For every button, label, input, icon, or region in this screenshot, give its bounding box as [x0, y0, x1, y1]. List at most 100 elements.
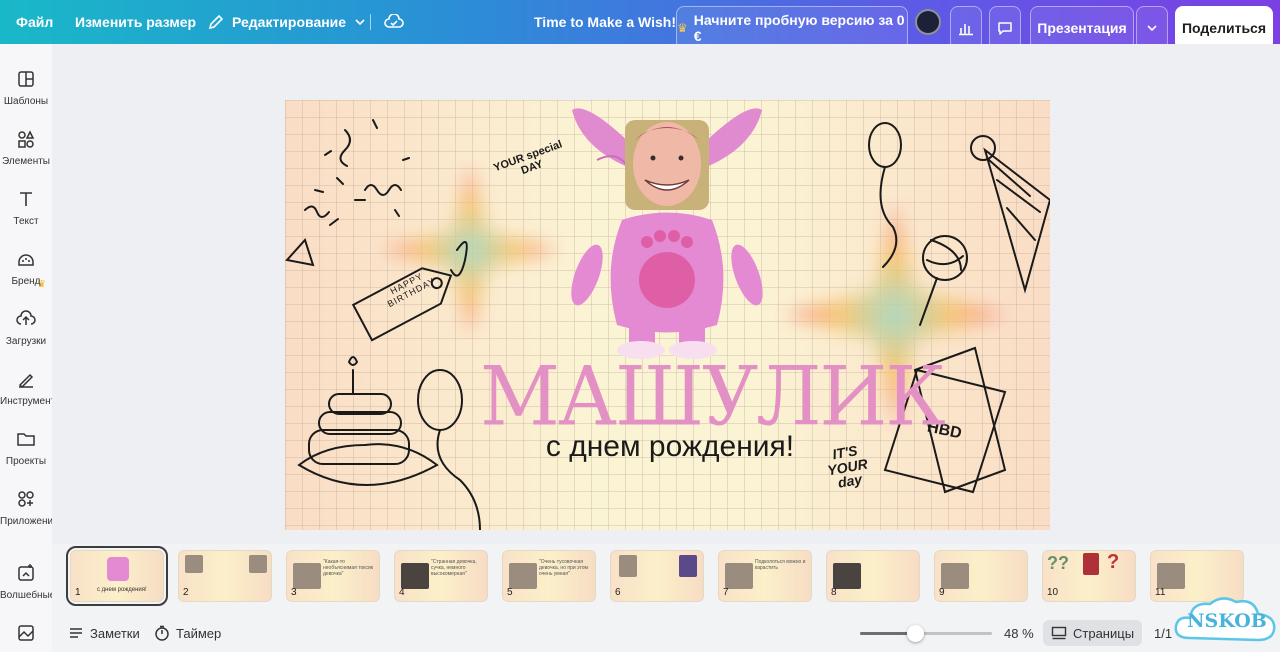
- question-mark-art: ?: [1107, 551, 1120, 573]
- page-thumbnail[interactable]: Подколоться можно и взрастить 7: [718, 550, 812, 602]
- question-marks-art: ??: [1047, 553, 1069, 573]
- thumbnail-caption: Подколоться можно и взрастить: [755, 559, 806, 571]
- page-thumbnail[interactable]: "Странная девочка, сучка, немного высоко…: [394, 550, 488, 602]
- character-illustration: [571, 108, 763, 359]
- timer-label: Таймер: [176, 625, 222, 641]
- party-hat-icon: [970, 135, 1050, 294]
- thumbnail-caption: "Странная девочка, сучка, немного высоко…: [431, 559, 477, 577]
- page-number: 10: [1047, 587, 1059, 598]
- thumbnail-photo: [249, 555, 267, 573]
- cake-icon: [297, 356, 439, 486]
- page-thumbnail[interactable]: 6: [610, 550, 704, 602]
- document-title[interactable]: Time to Make a Wish!: [534, 0, 676, 44]
- crown-icon: ♛: [677, 21, 688, 35]
- sidebar-item-elements[interactable]: Элементы: [0, 122, 52, 178]
- text-icon: [20, 192, 32, 206]
- sidebar-item-label: Проекты: [5, 456, 47, 467]
- pages-label: Страницы: [1073, 625, 1135, 641]
- thumbnail-art: [107, 557, 129, 581]
- chevron-down-icon: [1147, 25, 1157, 32]
- brand-icon: [18, 254, 34, 266]
- color-swatch[interactable]: [915, 0, 941, 44]
- page-number: 4: [399, 587, 405, 598]
- slide-title[interactable]: МАШУЛИК: [480, 356, 946, 438]
- page-number: 11: [1155, 587, 1166, 598]
- page-thumbnail[interactable]: 9: [934, 550, 1028, 602]
- slide-canvas[interactable]: YOUR special DAY HAPPY BIRTHDAY IT'S YOU…: [285, 100, 1050, 530]
- sidebar-item-text[interactable]: Текст: [0, 182, 52, 238]
- chevron-down-icon: [355, 19, 365, 26]
- page-thumbnail[interactable]: ?? ? 10: [1042, 550, 1136, 602]
- sidebar-item-brand[interactable]: Бренд: [0, 242, 52, 298]
- sidebar-item-uploads[interactable]: Загрузки: [0, 302, 52, 358]
- page-thumbnails: с днем рождения! 1 2 "Какая-то необъясни…: [52, 544, 1280, 614]
- page-number: 1: [75, 587, 81, 598]
- pages-button[interactable]: Страницы: [1043, 620, 1143, 646]
- sidebar-item-magic[interactable]: Волшебные: [0, 556, 52, 612]
- edit-mode-dropdown[interactable]: Редактирование: [208, 0, 366, 44]
- sidebar-item-label: Текст: [13, 216, 39, 227]
- page-thumbnail[interactable]: с днем рождения! 1: [66, 546, 168, 606]
- page-number: 5: [507, 587, 513, 598]
- sidebar-item-label: Бренд: [11, 276, 41, 287]
- cloud-sync-icon[interactable]: [384, 0, 404, 44]
- trial-label: Начните пробную версию за 0 €: [693, 12, 905, 44]
- file-menu[interactable]: Файл: [16, 0, 53, 44]
- sidebar-item-templates[interactable]: Шаблоны: [0, 62, 52, 118]
- page-counter: 1/1: [1154, 625, 1173, 641]
- zoom-slider-handle[interactable]: [907, 625, 925, 642]
- pencil-icon: [208, 14, 224, 30]
- pages-icon: [1051, 626, 1067, 640]
- thumbnail-caption: "Какая-то необъяснимая токсик девочка": [323, 559, 373, 577]
- sidebar-item-photos[interactable]: [0, 616, 52, 652]
- sidebar-item-apps[interactable]: Приложения: [0, 482, 52, 538]
- thumbnail-photo: [1157, 563, 1185, 589]
- sidebar-item-tools[interactable]: Инструменты: [0, 362, 52, 418]
- elements-icon: [18, 130, 35, 148]
- divider: [370, 14, 371, 30]
- sidebar-item-label: Инструменты: [0, 396, 52, 407]
- zoom-slider[interactable]: [860, 625, 992, 642]
- magic-icon: [18, 564, 34, 581]
- lollipop-icon: [919, 235, 968, 326]
- page-thumbnail[interactable]: "Какая-то необъяснимая токсик девочка" 3: [286, 550, 380, 602]
- sidebar-item-label: Приложения: [0, 516, 52, 527]
- sidebar-item-label: Элементы: [2, 156, 50, 167]
- uploads-icon: [16, 310, 36, 325]
- resize-button[interactable]: Изменить размер: [75, 0, 196, 44]
- notes-icon: [70, 628, 82, 638]
- thumbnail-photo: [1083, 553, 1099, 575]
- top-bar: Файл Изменить размер Редактирование Time…: [0, 0, 1280, 50]
- page-number: 7: [723, 587, 729, 598]
- page-thumbnail[interactable]: 2: [178, 550, 272, 602]
- tools-icon: [18, 373, 34, 389]
- thumbnail-caption: с днем рождения!: [97, 587, 147, 593]
- page-thumbnail[interactable]: 8: [826, 550, 920, 602]
- timer-button[interactable]: Таймер: [154, 614, 221, 652]
- thumbnail-photo: [679, 555, 697, 577]
- page-thumbnail[interactable]: "Очень тусовочная девочка, но при этом о…: [502, 550, 596, 602]
- edit-mode-label: Редактирование: [232, 14, 347, 30]
- party-popper-icon: [285, 238, 315, 267]
- notes-label: Заметки: [90, 625, 140, 641]
- thumbnail-photo: [293, 563, 321, 589]
- thumbnail-caption: "Очень тусовочная девочка, но при этом о…: [539, 559, 588, 577]
- sidebar-item-projects[interactable]: Проекты: [0, 422, 52, 478]
- thumbnail-photo: [725, 563, 753, 589]
- page-number: 3: [291, 587, 297, 598]
- thumbnail-photo: [509, 563, 537, 589]
- thumbnail-photo: [185, 555, 203, 573]
- bottom-bar: Заметки Таймер 48 % Страницы 1/1: [52, 614, 1280, 652]
- thumbnail-photo: [619, 555, 637, 577]
- thumbnail-photo: [833, 563, 861, 589]
- photos-icon: [18, 625, 34, 641]
- page-number: 9: [939, 587, 945, 598]
- watermark-text: NSKOB: [1187, 610, 1267, 632]
- slide-subtitle[interactable]: с днем рождения!: [500, 430, 840, 464]
- page-number: 2: [183, 587, 189, 598]
- notes-button[interactable]: Заметки: [68, 614, 140, 652]
- zoom-level[interactable]: 48 %: [1004, 614, 1034, 652]
- tag-string: [450, 241, 468, 277]
- confetti-swirl: [339, 129, 351, 167]
- sidebar-item-label: Волшебные: [0, 590, 52, 601]
